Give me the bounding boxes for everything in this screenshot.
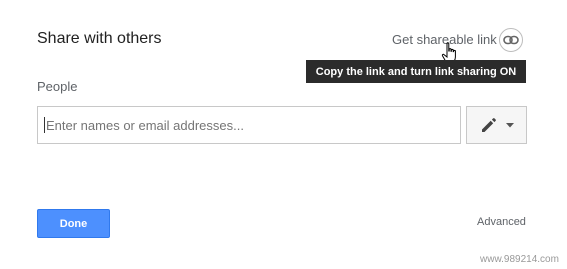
people-label: People	[37, 79, 78, 94]
link-icon	[503, 35, 519, 45]
caret-down-icon	[505, 122, 514, 127]
share-tooltip: Copy the link and turn link sharing ON	[306, 60, 526, 83]
shareable-link-button[interactable]	[499, 28, 523, 52]
watermark: www.989214.com	[480, 254, 559, 265]
pencil-icon	[481, 118, 496, 132]
advanced-link[interactable]: Advanced	[477, 216, 526, 228]
edit-permission-dropdown[interactable]	[466, 106, 527, 144]
people-input[interactable]	[37, 106, 461, 144]
done-button[interactable]: Done	[37, 209, 110, 238]
dialog-title: Share with others	[37, 30, 162, 47]
share-dialog: Share with others Get shareable link Cop…	[0, 0, 567, 269]
text-caret	[44, 117, 45, 133]
